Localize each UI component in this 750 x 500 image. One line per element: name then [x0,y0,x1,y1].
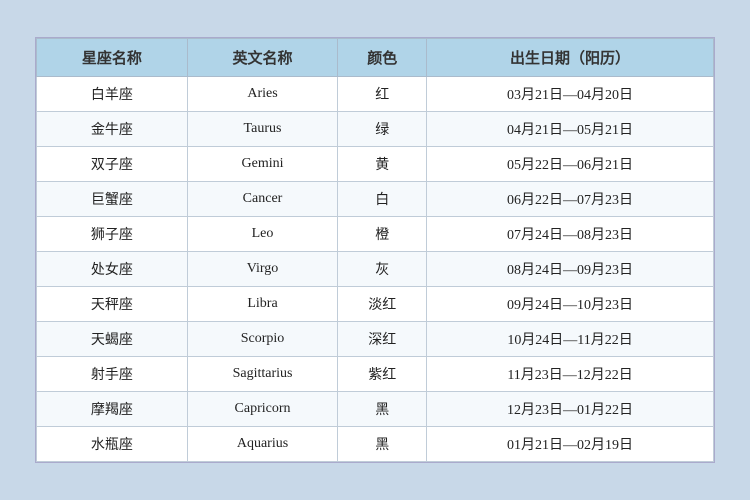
table-cell-0-0: 白羊座 [37,77,188,112]
table-cell-7-0: 天蝎座 [37,322,188,357]
zodiac-table: 星座名称英文名称颜色出生日期（阳历） 白羊座Aries红03月21日—04月20… [36,38,714,462]
table-cell-10-0: 水瓶座 [37,427,188,462]
table-row: 巨蟹座Cancer白06月22日—07月23日 [37,182,714,217]
table-row: 摩羯座Capricorn黑12月23日—01月22日 [37,392,714,427]
table-cell-7-1: Scorpio [187,322,338,357]
table-cell-0-1: Aries [187,77,338,112]
table-cell-3-1: Cancer [187,182,338,217]
table-header-row: 星座名称英文名称颜色出生日期（阳历） [37,39,714,77]
table-cell-7-3: 10月24日—11月22日 [427,322,714,357]
table-cell-6-2: 淡红 [338,287,427,322]
table-cell-6-3: 09月24日—10月23日 [427,287,714,322]
zodiac-table-container: 星座名称英文名称颜色出生日期（阳历） 白羊座Aries红03月21日—04月20… [35,37,715,463]
table-row: 射手座Sagittarius紫红11月23日—12月22日 [37,357,714,392]
table-row: 处女座Virgo灰08月24日—09月23日 [37,252,714,287]
table-cell-8-2: 紫红 [338,357,427,392]
table-cell-9-0: 摩羯座 [37,392,188,427]
table-cell-6-0: 天秤座 [37,287,188,322]
table-header-1: 英文名称 [187,39,338,77]
table-cell-0-2: 红 [338,77,427,112]
table-cell-4-0: 狮子座 [37,217,188,252]
table-cell-8-3: 11月23日—12月22日 [427,357,714,392]
table-row: 天秤座Libra淡红09月24日—10月23日 [37,287,714,322]
table-cell-0-3: 03月21日—04月20日 [427,77,714,112]
table-cell-1-3: 04月21日—05月21日 [427,112,714,147]
table-cell-5-0: 处女座 [37,252,188,287]
table-cell-9-2: 黑 [338,392,427,427]
table-cell-9-3: 12月23日—01月22日 [427,392,714,427]
table-cell-2-2: 黄 [338,147,427,182]
table-cell-3-2: 白 [338,182,427,217]
table-cell-10-3: 01月21日—02月19日 [427,427,714,462]
table-cell-2-1: Gemini [187,147,338,182]
table-cell-2-3: 05月22日—06月21日 [427,147,714,182]
table-cell-6-1: Libra [187,287,338,322]
table-cell-4-1: Leo [187,217,338,252]
table-body: 白羊座Aries红03月21日—04月20日金牛座Taurus绿04月21日—0… [37,77,714,462]
table-cell-5-1: Virgo [187,252,338,287]
table-cell-1-0: 金牛座 [37,112,188,147]
table-row: 天蝎座Scorpio深红10月24日—11月22日 [37,322,714,357]
table-cell-4-2: 橙 [338,217,427,252]
table-cell-2-0: 双子座 [37,147,188,182]
table-cell-3-0: 巨蟹座 [37,182,188,217]
table-row: 水瓶座Aquarius黑01月21日—02月19日 [37,427,714,462]
table-cell-3-3: 06月22日—07月23日 [427,182,714,217]
table-cell-1-1: Taurus [187,112,338,147]
table-row: 狮子座Leo橙07月24日—08月23日 [37,217,714,252]
table-cell-5-3: 08月24日—09月23日 [427,252,714,287]
table-cell-7-2: 深红 [338,322,427,357]
table-cell-9-1: Capricorn [187,392,338,427]
table-cell-1-2: 绿 [338,112,427,147]
table-cell-5-2: 灰 [338,252,427,287]
table-cell-10-2: 黑 [338,427,427,462]
table-header-2: 颜色 [338,39,427,77]
table-row: 白羊座Aries红03月21日—04月20日 [37,77,714,112]
table-cell-8-0: 射手座 [37,357,188,392]
table-header-3: 出生日期（阳历） [427,39,714,77]
table-header-0: 星座名称 [37,39,188,77]
table-cell-4-3: 07月24日—08月23日 [427,217,714,252]
table-cell-8-1: Sagittarius [187,357,338,392]
table-row: 金牛座Taurus绿04月21日—05月21日 [37,112,714,147]
table-row: 双子座Gemini黄05月22日—06月21日 [37,147,714,182]
table-cell-10-1: Aquarius [187,427,338,462]
